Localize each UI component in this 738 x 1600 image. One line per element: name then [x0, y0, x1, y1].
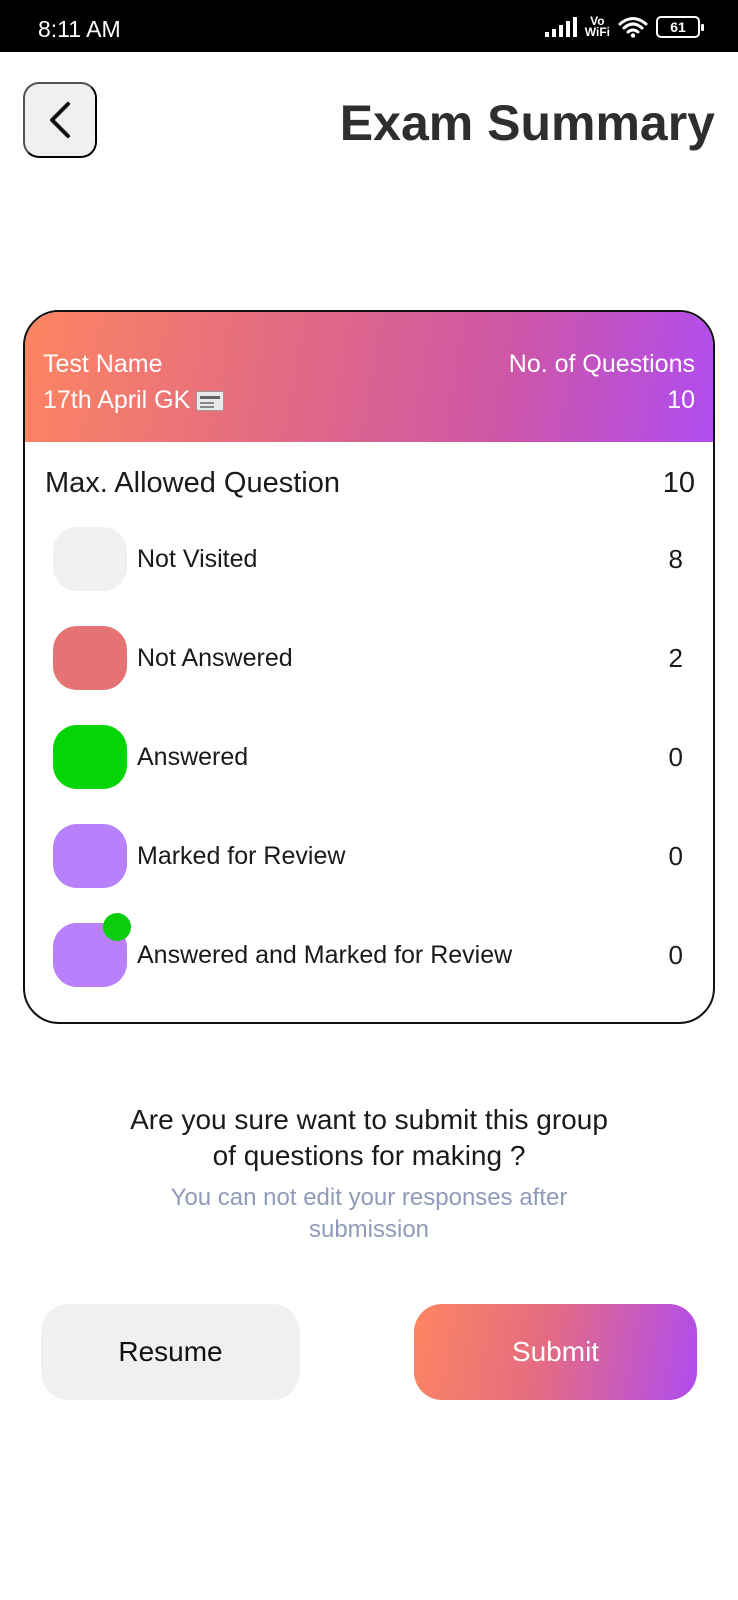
confirmation-question: Are you sure want to submit this group o… [0, 1102, 738, 1174]
confirmation-note-line2: submission [308, 1216, 430, 1243]
stat-row-not-visited: Not Visited 8 [53, 526, 683, 592]
resume-button[interactable]: Resume [41, 1304, 300, 1400]
test-name-label: Test Name [43, 350, 163, 378]
test-info: Test Name 17th April GK [43, 346, 225, 418]
not-answered-swatch [53, 626, 127, 690]
exam-summary-card: Test Name 17th April GK No. of Questions… [23, 310, 715, 1024]
stat-label: Marked for Review [137, 841, 346, 870]
questions-info: No. of Questions 10 [509, 346, 695, 418]
stat-label: Not Visited [137, 544, 258, 573]
stat-value: 0 [668, 939, 683, 970]
max-allowed-label: Max. Allowed Question [45, 467, 340, 499]
stat-value: 0 [668, 741, 683, 772]
stat-value: 2 [668, 642, 683, 673]
confirmation-note-line1: You can not edit your responses after [170, 1184, 568, 1211]
stat-row-answered-and-marked: Answered and Marked for Review 0 [53, 913, 683, 988]
newspaper-icon [196, 391, 225, 411]
stat-label: Not Answered [137, 643, 293, 672]
answered-swatch [53, 725, 127, 789]
stat-label: Answered [137, 742, 249, 771]
stat-value: 8 [668, 543, 683, 574]
status-icons: Vo WiFi 61 [544, 14, 704, 40]
battery-icon: 61 [656, 16, 704, 38]
stat-row-marked-for-review: Marked for Review 0 [53, 823, 683, 889]
questions-count: 10 [667, 386, 695, 414]
page-title: Exam Summary [339, 95, 715, 151]
submit-button[interactable]: Submit [414, 1304, 697, 1400]
back-button[interactable] [23, 82, 97, 158]
marked-for-review-swatch [53, 824, 127, 888]
not-visited-swatch [53, 527, 127, 591]
battery-level: 61 [670, 19, 686, 35]
status-bar: 8:11 AM Vo WiFi 61 [0, 0, 738, 52]
test-name: 17th April GK [43, 386, 191, 414]
answered-dot-indicator [103, 913, 131, 941]
chevron-left-icon [50, 102, 70, 138]
max-allowed-value: 10 [662, 467, 695, 499]
test-name-row: 17th April GK [43, 382, 225, 418]
confirmation-question-line1: Are you sure want to submit this group [130, 1104, 608, 1135]
confirmation-note: You can not edit your responses after su… [0, 1182, 738, 1246]
answered-and-marked-swatch [53, 913, 131, 987]
status-time: 8:11 AM [38, 16, 121, 42]
confirmation-question-line2: of questions for making ? [212, 1140, 526, 1171]
max-allowed-row: Max. Allowed Question 10 [45, 467, 695, 500]
wifi-icon [618, 17, 648, 38]
stat-row-answered: Answered 0 [53, 724, 683, 790]
stat-label: Answered and Marked for Review [137, 940, 513, 969]
vowifi-label-line2: WiFi [584, 25, 610, 39]
stat-row-not-answered: Not Answered 2 [53, 625, 683, 691]
card-header: Test Name 17th April GK No. of Questions… [25, 312, 713, 442]
signal-icon [544, 17, 577, 37]
stat-value: 0 [668, 840, 683, 871]
vowifi-label: Vo WiFi [584, 15, 610, 39]
questions-label: No. of Questions [508, 350, 695, 378]
